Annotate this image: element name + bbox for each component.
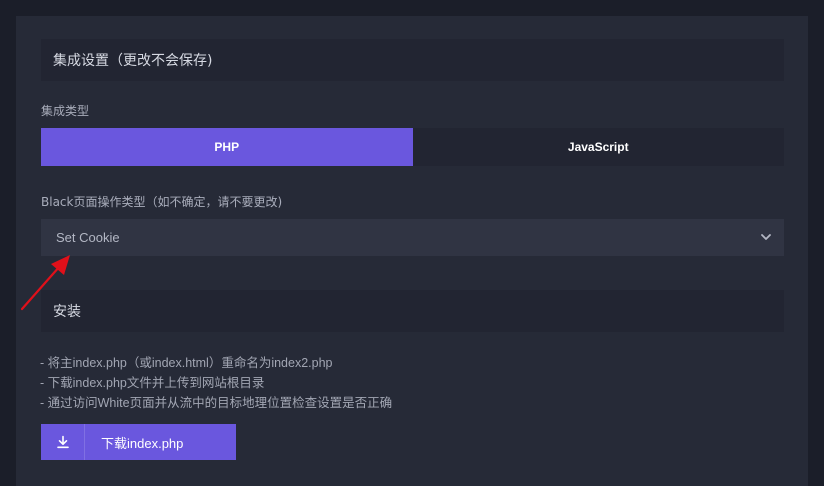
install-step-3: - 通过访问White页面并从流中的目标地理位置检查设置是否正确 xyxy=(40,396,393,410)
install-step-2: - 下载index.php文件并上传到网站根目录 xyxy=(40,376,265,390)
integration-panel: 集成设置（更改不会保存) 集成类型 PHP JavaScript Black页面… xyxy=(16,16,808,486)
download-icon xyxy=(41,424,85,460)
option-javascript-button[interactable]: JavaScript xyxy=(413,128,785,166)
install-steps: - 将主index.php（或index.html）重命名为index2.php… xyxy=(40,353,392,413)
integration-type-label: 集成类型 xyxy=(41,104,90,118)
option-php-button[interactable]: PHP xyxy=(41,128,413,166)
black-action-select[interactable]: Set Cookie xyxy=(41,219,784,256)
download-button-label: 下载index.php xyxy=(101,435,184,451)
install-title: 安装 xyxy=(53,304,81,320)
download-index-php-button[interactable]: 下载index.php xyxy=(41,424,236,460)
integration-type-toggle: PHP JavaScript xyxy=(41,128,784,166)
install-step-1: - 将主index.php（或index.html）重命名为index2.php xyxy=(40,356,333,370)
black-action-selected-value: Set Cookie xyxy=(56,230,120,245)
integration-settings-title: 集成设置（更改不会保存) xyxy=(53,53,213,69)
black-action-label: Black页面操作类型（如不确定，请不要更改) xyxy=(41,195,283,209)
install-header: 安装 xyxy=(41,290,784,332)
chevron-down-icon xyxy=(761,234,771,240)
integration-settings-header: 集成设置（更改不会保存) xyxy=(41,39,784,81)
